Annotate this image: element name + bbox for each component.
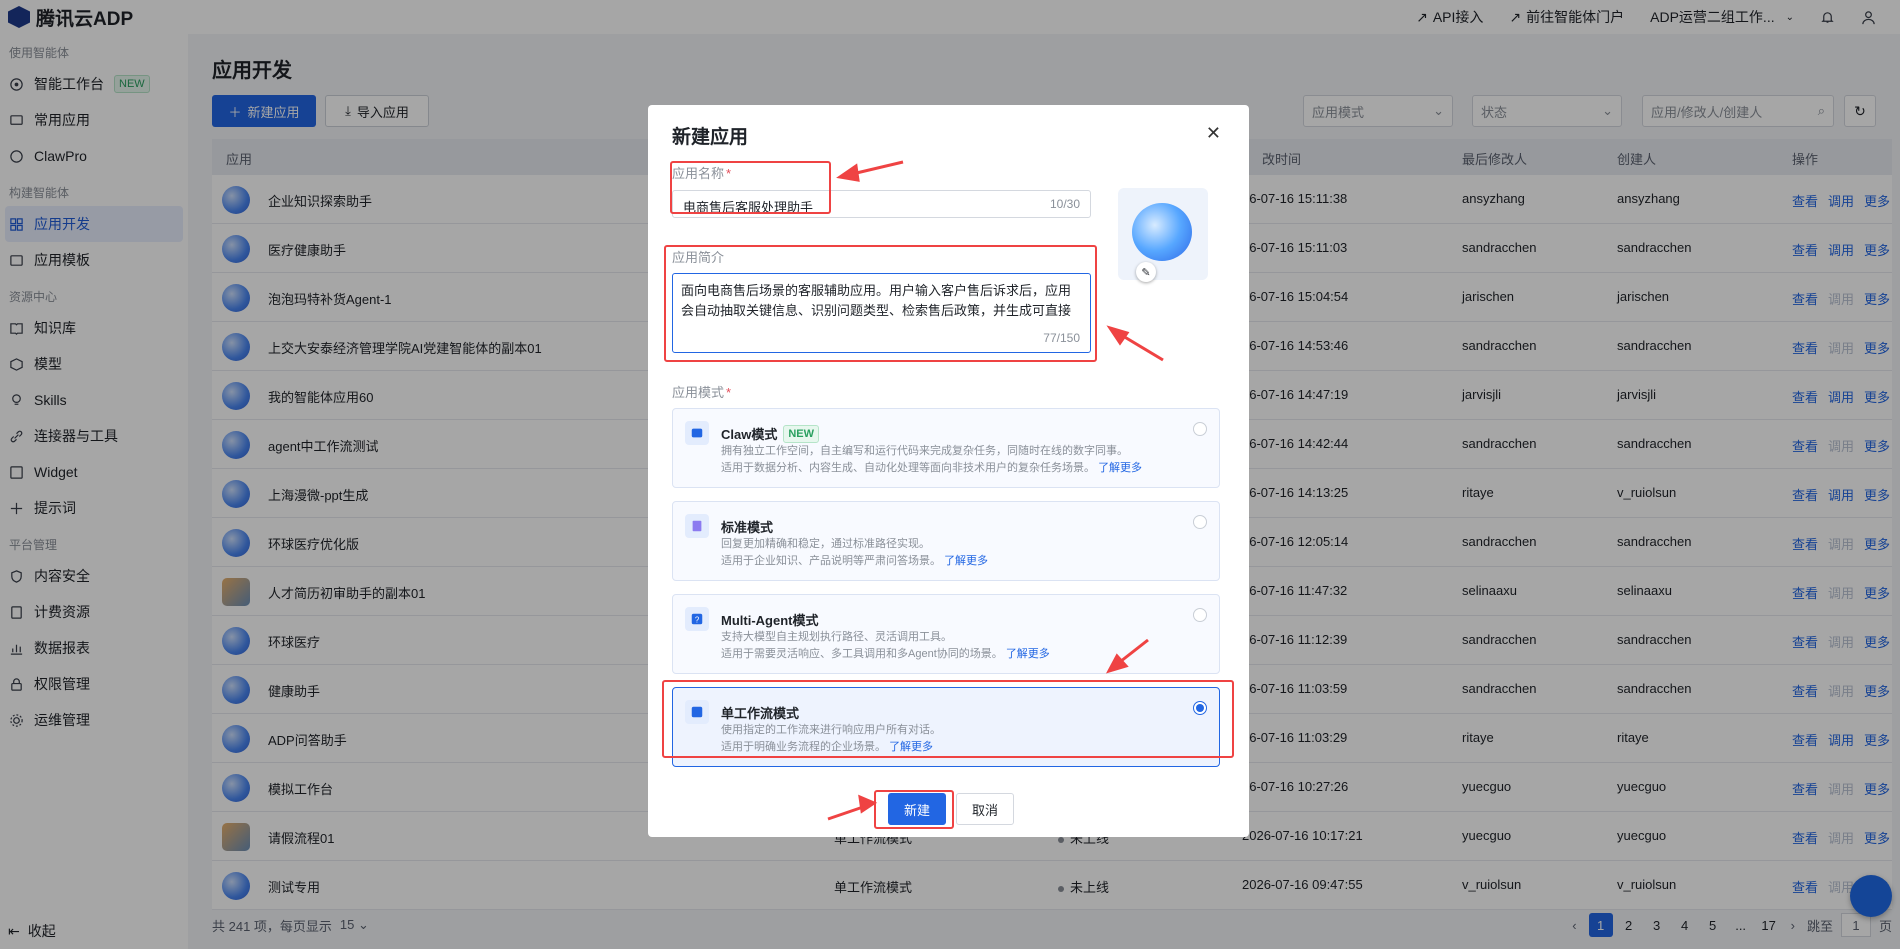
annotation-arrows [827,160,1164,821]
